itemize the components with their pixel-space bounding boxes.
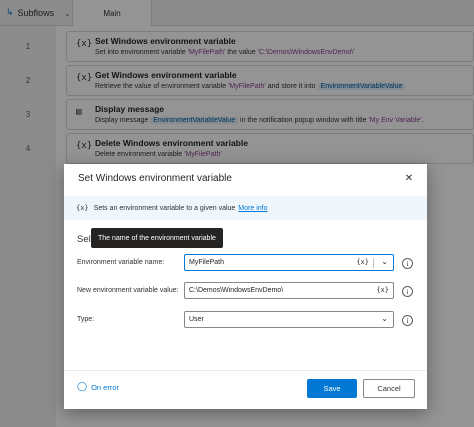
more-info-link[interactable]: More info xyxy=(238,205,267,212)
chevron-down-icon[interactable]: ⌄ xyxy=(381,257,388,266)
set-env-variable-dialog: Set Windows environment variable ✕ {x} S… xyxy=(64,164,427,409)
variable-icon: {x} xyxy=(76,204,89,212)
env-name-field[interactable]: MyFilePath {x} ⌄ xyxy=(184,254,394,271)
tooltip: The name of the environment variable xyxy=(91,228,223,248)
type-value: User xyxy=(189,316,204,323)
save-button[interactable]: Save xyxy=(307,379,357,398)
env-value-value: C:\Demos\WindowsEnvDemo\ xyxy=(189,287,284,294)
shield-icon: ◯ xyxy=(77,382,88,392)
type-select[interactable]: User ⌄ xyxy=(184,311,394,328)
variable-picker-icon[interactable]: {x} xyxy=(356,258,369,266)
variable-picker-icon[interactable]: {x} xyxy=(376,286,389,294)
info-icon[interactable]: i xyxy=(402,258,413,269)
env-value-field[interactable]: C:\Demos\WindowsEnvDemo\ {x} xyxy=(184,282,394,299)
type-label: Type: xyxy=(77,316,95,323)
env-value-label: New environment variable value: xyxy=(77,287,179,294)
info-icon[interactable]: i xyxy=(402,315,413,326)
close-icon[interactable]: ✕ xyxy=(401,170,417,186)
on-error-label: On error xyxy=(91,382,120,392)
env-name-value: MyFilePath xyxy=(189,259,225,266)
dialog-title: Set Windows environment variable xyxy=(78,173,232,184)
cancel-button[interactable]: Cancel xyxy=(363,379,415,398)
chevron-down-icon: ⌄ xyxy=(381,314,388,323)
footer-divider xyxy=(64,370,427,371)
field-separator xyxy=(373,258,374,268)
info-text: Sets an environment variable to a given … xyxy=(93,204,236,212)
info-bar: {x} Sets an environment variable to a gi… xyxy=(64,196,427,220)
env-name-label: Environment variable name: xyxy=(77,259,165,266)
info-icon[interactable]: i xyxy=(402,286,413,297)
on-error-link[interactable]: ◯ On error xyxy=(77,382,119,392)
